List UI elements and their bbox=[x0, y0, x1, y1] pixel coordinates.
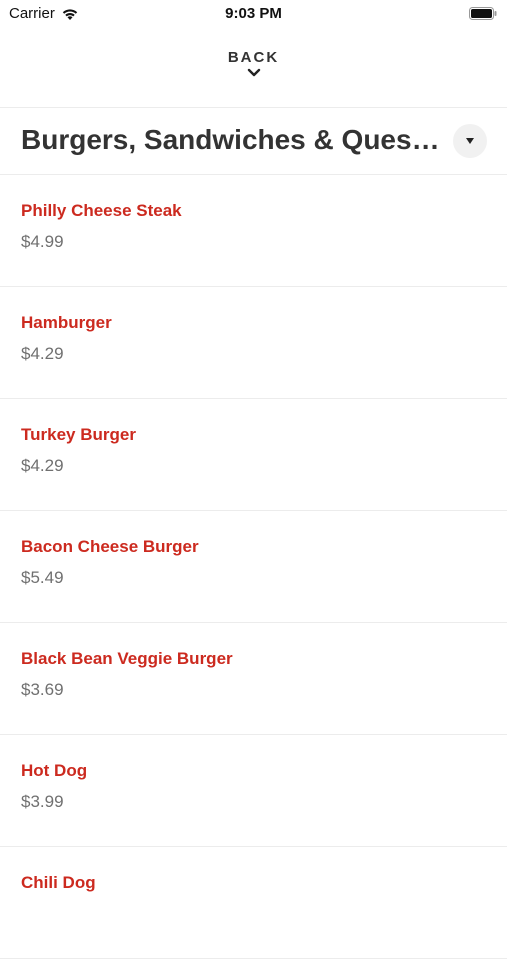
menu-item-price: $4.99 bbox=[21, 232, 64, 251]
menu-item-price: $4.29 bbox=[21, 456, 64, 475]
menu-item[interactable]: Hot Dog $3.99 bbox=[0, 735, 507, 847]
category-title: Burgers, Sandwiches & Quesa... bbox=[21, 124, 441, 155]
menu-item-name: Turkey Burger bbox=[21, 425, 136, 444]
menu-item-name: Hamburger bbox=[21, 313, 112, 332]
category-dropdown-button[interactable] bbox=[453, 124, 487, 158]
menu-item[interactable]: Turkey Burger $4.29 bbox=[0, 399, 507, 511]
chevron-down-icon bbox=[247, 68, 260, 77]
status-bar: Carrier 9:03 PM bbox=[0, 0, 507, 28]
menu-item[interactable]: Hamburger $4.29 bbox=[0, 287, 507, 399]
menu-item[interactable]: Bacon Cheese Burger $5.49 bbox=[0, 511, 507, 623]
menu-item-name: Hot Dog bbox=[21, 761, 88, 780]
menu-item-price: $5.49 bbox=[21, 568, 64, 587]
battery-icon bbox=[469, 7, 497, 20]
category-header: Burgers, Sandwiches & Quesa... bbox=[0, 108, 507, 174]
menu-item-name: Chili Dog bbox=[21, 873, 96, 892]
menu-item-price: $4.29 bbox=[21, 344, 64, 363]
menu-item-list: Philly Cheese Steak $4.99 Hamburger $4.2… bbox=[0, 175, 507, 959]
status-time: 9:03 PM bbox=[225, 5, 282, 22]
menu-item-name: Philly Cheese Steak bbox=[21, 201, 182, 220]
back-label: BACK bbox=[227, 49, 280, 66]
back-button[interactable]: BACK bbox=[0, 42, 507, 92]
menu-item-price: $3.69 bbox=[21, 680, 64, 699]
caret-down-icon bbox=[466, 138, 474, 144]
menu-item-price: $3.99 bbox=[21, 792, 64, 811]
menu-item-name: Black Bean Veggie Burger bbox=[21, 649, 233, 668]
menu-item[interactable]: Chili Dog bbox=[0, 847, 507, 959]
menu-item[interactable]: Black Bean Veggie Burger $3.69 bbox=[0, 623, 507, 735]
menu-item-name: Bacon Cheese Burger bbox=[21, 537, 199, 556]
menu-item[interactable]: Philly Cheese Steak $4.99 bbox=[0, 175, 507, 287]
